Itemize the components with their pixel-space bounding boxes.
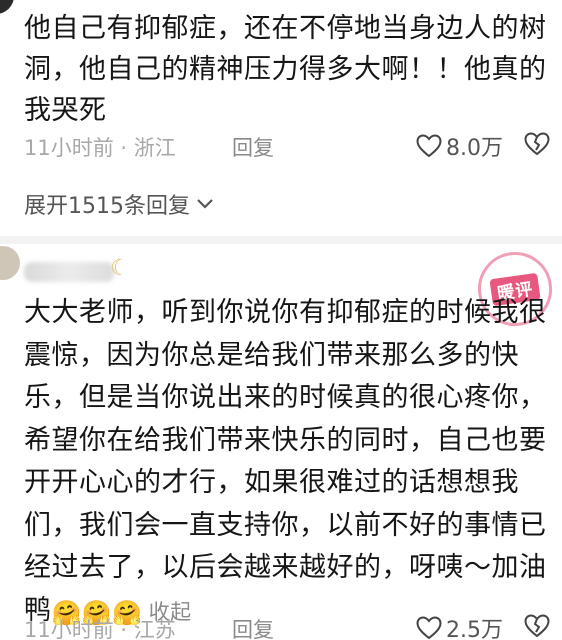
broken-heart-icon	[524, 132, 550, 156]
divider	[0, 236, 562, 244]
dislike-button[interactable]	[524, 132, 550, 161]
comment-meta: 11小时前 · 浙江 回复 8.0万	[24, 130, 550, 164]
like-button[interactable]: 2.5万	[416, 612, 503, 640]
like-button[interactable]: 8.0万	[416, 130, 503, 162]
broken-heart-icon	[524, 614, 550, 638]
chevron-down-icon	[197, 199, 213, 209]
comment-time-location: 11小时前 · 浙江	[24, 136, 176, 160]
avatar[interactable]	[0, 246, 20, 280]
expand-replies-label: 展开1515条回复	[24, 194, 190, 219]
like-count: 8.0万	[446, 136, 503, 161]
comment-text-block: 大大老师，听到你说你有抑郁症的时候我很震惊，因为你总是给我们带来那么多的快乐，但…	[24, 292, 554, 634]
comment-time-location: 11小时前 · 江苏	[24, 618, 176, 640]
moon-icon: ☾	[110, 256, 130, 281]
dislike-button[interactable]	[524, 614, 550, 640]
comment-meta: 11小时前 · 江苏 回复 2.5万	[24, 612, 550, 640]
comment-text: 他自己有抑郁症，还在不停地当身边人的树洞，他自己的精神压力得多大啊！！他真的我哭…	[24, 13, 547, 126]
like-count: 2.5万	[446, 618, 503, 640]
reply-button[interactable]: 回复	[232, 614, 274, 640]
heart-outline-icon	[416, 134, 442, 158]
avatar[interactable]	[0, 0, 14, 14]
heart-outline-icon	[416, 616, 442, 640]
reply-button[interactable]: 回复	[232, 132, 274, 162]
expand-replies-button[interactable]: 展开1515条回复	[24, 188, 214, 220]
username-blurred[interactable]	[24, 262, 114, 282]
comment-text: 大大老师，听到你说你有抑郁症的时候我很震惊，因为你总是给我们带来那么多的快乐，但…	[24, 297, 547, 626]
